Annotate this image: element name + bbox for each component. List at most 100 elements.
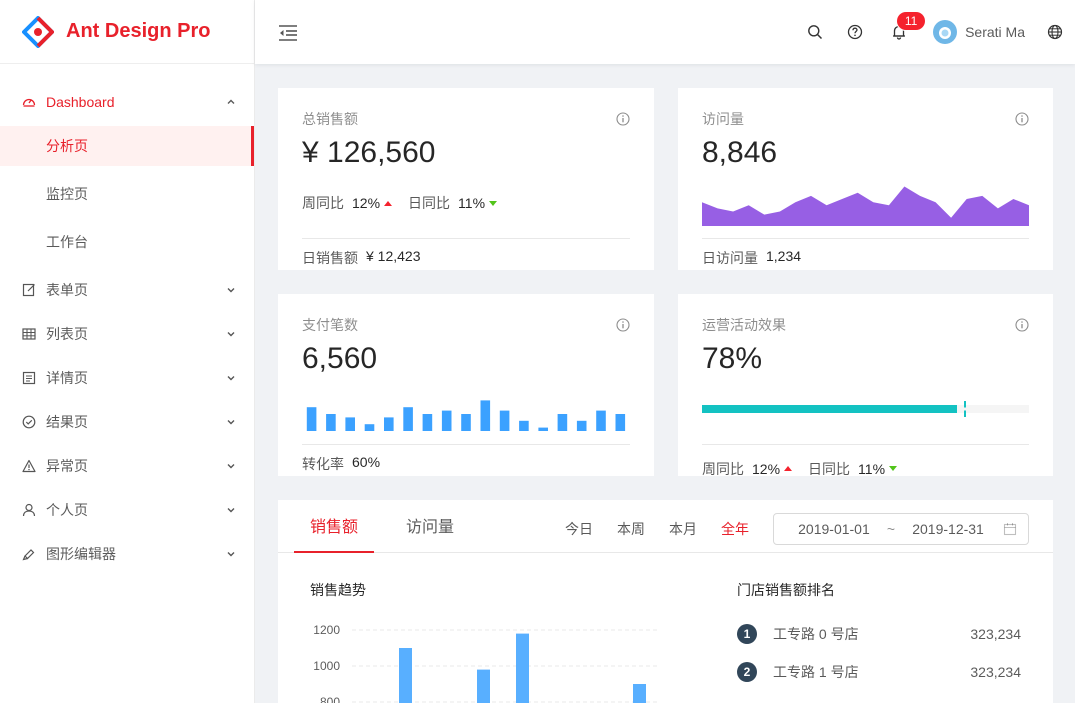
header-search-button[interactable] xyxy=(795,0,835,64)
menu-account[interactable]: 个人页 xyxy=(0,490,254,530)
chevron-down-icon xyxy=(227,508,235,513)
user-icon xyxy=(22,503,36,517)
trend-day-value: 11% xyxy=(458,195,486,211)
search-icon xyxy=(808,25,823,40)
trend-week-value: 12% xyxy=(752,460,781,477)
date-end[interactable]: 2019-12-31 xyxy=(899,521,997,537)
range-today[interactable]: 今日 xyxy=(565,519,593,539)
check-circle-icon xyxy=(22,415,36,429)
info-circle-icon[interactable] xyxy=(1015,112,1029,126)
date-start[interactable]: 2019-01-01 xyxy=(785,521,883,537)
progress-target-marker xyxy=(963,401,966,417)
sales-bar[interactable] xyxy=(477,669,490,703)
visits-area-chart xyxy=(702,186,1029,226)
tab-visits[interactable]: 访问量 xyxy=(390,500,470,553)
range-month[interactable]: 本月 xyxy=(669,519,697,539)
global-header: 11 Serati Ma xyxy=(255,0,1075,64)
payments-bar xyxy=(576,420,587,431)
rank-number: 1 xyxy=(737,624,757,644)
range-week[interactable]: 本周 xyxy=(617,519,645,539)
payments-bar xyxy=(615,414,626,431)
payments-bar xyxy=(461,414,471,431)
menu-account-label: 个人页 xyxy=(46,502,88,518)
sales-bar[interactable] xyxy=(516,633,529,703)
table-icon xyxy=(22,327,36,341)
info-circle-icon[interactable] xyxy=(1015,318,1029,332)
info-circle-icon[interactable] xyxy=(616,112,630,126)
store-rank-list: 1 工专路 0 号店 323,234 2 工专路 1 号店 323,234 xyxy=(737,624,1021,700)
trend-day-label: 日同比 xyxy=(808,460,851,477)
payments-bar xyxy=(519,420,529,431)
menu-list-label: 列表页 xyxy=(46,326,88,342)
y-tick-label: 1000 xyxy=(313,659,340,673)
chevron-down-icon xyxy=(227,464,235,469)
caret-up-icon xyxy=(784,466,793,471)
date-separator: ~ xyxy=(886,521,896,537)
date-range-picker[interactable]: 2019-01-01 ~ 2019-12-31 xyxy=(773,513,1029,545)
footer-label: 转化率 xyxy=(302,456,344,472)
menu-editor[interactable]: 图形编辑器 xyxy=(0,534,254,574)
payments-bar xyxy=(306,407,317,431)
form-icon xyxy=(22,283,36,297)
payments-bar xyxy=(499,410,510,431)
payments-bar xyxy=(441,410,452,431)
card-total: 78% xyxy=(702,342,763,375)
footer-value: ¥ 12,423 xyxy=(366,248,421,264)
range-year[interactable]: 全年 xyxy=(721,519,749,539)
rank-value: 323,234 xyxy=(970,664,1021,680)
chevron-down-icon xyxy=(227,376,235,381)
progress-fill xyxy=(702,405,958,413)
question-circle-icon xyxy=(847,24,863,40)
sales-bar[interactable] xyxy=(633,684,646,703)
payments-bar xyxy=(557,414,568,431)
global-icon xyxy=(1047,24,1063,40)
visits-card: 访问量 8,846 日访问量 1,234 xyxy=(678,88,1053,270)
header-help-button[interactable] xyxy=(835,0,875,64)
submenu-workplace-label: 工作台 xyxy=(46,234,88,250)
rank-value: 323,234 xyxy=(970,626,1021,642)
menu-form-label: 表单页 xyxy=(46,282,88,298)
menu-form[interactable]: 表单页 xyxy=(0,270,254,310)
menu-list[interactable]: 列表页 xyxy=(0,314,254,354)
menu-profile[interactable]: 详情页 xyxy=(0,358,254,398)
avatar xyxy=(933,20,958,44)
trend-day: 日同比 11% xyxy=(408,193,498,213)
tab-sales[interactable]: 销售额 xyxy=(294,500,375,553)
user-menu[interactable]: Serati Ma xyxy=(923,0,1035,64)
payments-bar xyxy=(596,410,606,431)
rank-store-name: 工专路 1 号店 xyxy=(773,664,859,680)
menu-result[interactable]: 结果页 xyxy=(0,402,254,442)
chevron-down-icon xyxy=(227,332,235,337)
menu-exception[interactable]: 异常页 xyxy=(0,446,254,486)
list-item: 2 工专路 1 号店 323,234 xyxy=(737,662,1021,682)
trend-week-label: 周同比 xyxy=(702,460,744,477)
trend-week: 周同比 12% xyxy=(302,193,393,213)
footer-value: 1,234 xyxy=(766,248,802,264)
submenu-monitor[interactable]: 监控页 xyxy=(0,174,254,214)
info-circle-icon[interactable] xyxy=(616,318,630,332)
trend-day: 日同比 11% xyxy=(808,454,898,483)
card-content xyxy=(302,386,630,432)
menu-fold-icon[interactable] xyxy=(278,24,298,42)
header-language-button[interactable] xyxy=(1035,0,1075,64)
submenu-analysis[interactable]: 分析页 xyxy=(0,126,254,166)
payments-bar xyxy=(403,407,413,431)
submenu-workplace[interactable]: 工作台 xyxy=(0,222,254,262)
card-title: 支付笔数 xyxy=(302,317,358,333)
sales-card: 总销售额 ¥ 126,560 周同比 12% 日同比 11% 日销售额 ¥ 12,42… xyxy=(278,88,654,270)
card-title: 访问量 xyxy=(702,111,744,127)
menu-dashboard-label: Dashboard xyxy=(46,94,115,110)
menu-dashboard[interactable]: Dashboard xyxy=(0,82,254,122)
header-notice-button[interactable]: 11 xyxy=(875,0,926,64)
logo[interactable]: Ant Design Pro xyxy=(0,0,254,64)
sales-bar[interactable] xyxy=(399,648,412,703)
submenu-analysis-label: 分析页 xyxy=(46,138,88,154)
card-footer: 日访问量 1,234 xyxy=(702,238,1029,277)
username: Serati Ma xyxy=(965,24,1025,40)
sales-trend-title: 销售趋势 xyxy=(310,582,366,598)
store-rank-title: 门店销售额排名 xyxy=(737,582,835,598)
card-footer: 周同比 12% 日同比 11% xyxy=(702,444,1029,483)
chevron-up-icon xyxy=(227,99,235,104)
payments-bar xyxy=(422,414,433,431)
chevron-down-icon xyxy=(227,420,235,425)
